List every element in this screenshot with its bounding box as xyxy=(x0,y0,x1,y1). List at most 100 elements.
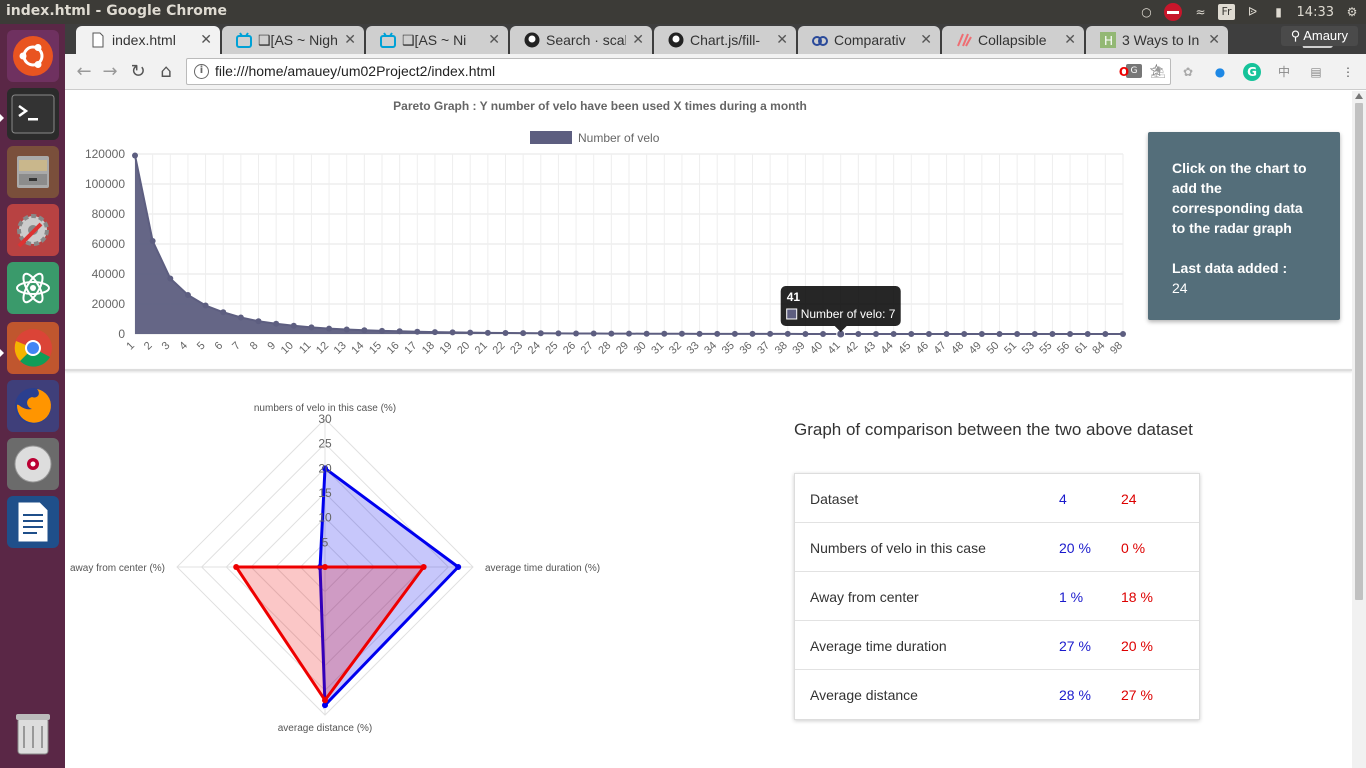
x-tick-label: 53 xyxy=(1020,340,1037,357)
close-icon[interactable]: ✕ xyxy=(488,31,500,48)
close-icon[interactable]: ✕ xyxy=(344,31,356,48)
comparison-title: Graph of comparison between the two abov… xyxy=(794,420,1193,439)
home-icon[interactable]: ⌂ xyxy=(155,61,177,83)
data-point xyxy=(1067,330,1074,337)
gear-icon[interactable]: ⚙ xyxy=(1344,4,1360,20)
scrollbar[interactable] xyxy=(1352,91,1366,768)
row-label: Numbers of velo in this case xyxy=(810,540,986,556)
atom-editor-icon[interactable] xyxy=(7,262,59,314)
extension-icon[interactable]: ▤ xyxy=(1307,63,1325,81)
x-tick-label: 21 xyxy=(473,340,490,357)
tooltip: 41Number of velo: 7 xyxy=(780,285,901,332)
data-point xyxy=(890,330,897,337)
system-settings-icon[interactable] xyxy=(7,204,59,256)
terminal-icon[interactable] xyxy=(7,88,59,140)
data-point xyxy=(908,330,915,337)
data-point xyxy=(1120,330,1126,337)
scroll-up-icon[interactable] xyxy=(1355,93,1363,99)
data-point xyxy=(449,329,456,336)
data-point xyxy=(308,324,315,331)
x-tick-label: 2 xyxy=(142,340,155,353)
beach-icon[interactable]: ⛱ xyxy=(1149,63,1167,81)
water-drop-icon[interactable]: ● xyxy=(1211,63,1229,81)
tab-wikihow[interactable]: H 3 Ways to In ✕ xyxy=(1086,26,1228,54)
keyboard-layout[interactable]: Fr xyxy=(1218,4,1235,20)
tab-collapsible[interactable]: Collapsible ✕ xyxy=(942,26,1084,54)
radar-point xyxy=(322,697,328,704)
x-tick-label: 15 xyxy=(367,340,384,357)
close-icon[interactable]: ✕ xyxy=(1208,31,1220,48)
tab-github-chartjs[interactable]: Chart.js/fill- ✕ xyxy=(654,26,796,54)
x-tick-label: 7 xyxy=(230,340,243,353)
firefox-icon[interactable] xyxy=(7,380,59,432)
x-tick-label: 30 xyxy=(632,340,649,357)
data-point xyxy=(343,326,350,333)
data-point xyxy=(1084,330,1091,337)
chinese-char-icon[interactable]: 中 xyxy=(1275,63,1293,81)
reload-icon[interactable]: ↻ xyxy=(127,61,149,83)
trash-icon[interactable] xyxy=(7,708,59,760)
tab-index[interactable]: index.html ✕ xyxy=(76,26,220,54)
x-tick-label: 56 xyxy=(1055,340,1072,357)
data-point xyxy=(1014,330,1021,337)
chrome-icon[interactable] xyxy=(7,322,59,374)
close-icon[interactable]: ✕ xyxy=(200,31,212,48)
tab-github-search[interactable]: Search · scal ✕ xyxy=(510,26,652,54)
close-icon[interactable]: ✕ xyxy=(1064,31,1076,48)
grammarly-icon[interactable]: G xyxy=(1243,63,1261,81)
data-point xyxy=(590,330,597,337)
forward-arrow-icon[interactable]: → xyxy=(99,61,121,83)
lightbulb-icon[interactable]: ○ xyxy=(1138,4,1154,20)
file-cabinet-icon[interactable] xyxy=(7,146,59,198)
no-entry-icon[interactable] xyxy=(1164,3,1183,21)
y-tick-label: 120000 xyxy=(85,147,125,161)
writer-document-icon[interactable] xyxy=(7,496,59,548)
data-point xyxy=(696,330,703,337)
tab-comparative[interactable]: Comparativ ✕ xyxy=(798,26,940,54)
x-tick-label: 48 xyxy=(949,340,966,357)
data-point xyxy=(1049,330,1056,337)
battery-icon[interactable]: ▮ xyxy=(1271,4,1287,20)
opera-icon[interactable]: O xyxy=(1115,63,1133,81)
wifi-icon[interactable]: ≈ xyxy=(1192,4,1208,20)
radar-point xyxy=(233,564,240,570)
x-tick-label: 9 xyxy=(265,340,278,353)
x-tick-label: 41 xyxy=(826,340,843,357)
address-bar[interactable]: i file:///home/amauey/um02Project2/index… xyxy=(186,58,1171,85)
x-tick-label: 47 xyxy=(932,340,949,357)
data-point xyxy=(608,330,615,337)
running-indicator xyxy=(0,114,4,122)
row-label: Away from center xyxy=(810,589,919,605)
value-b: 27 % xyxy=(1121,687,1153,703)
clock[interactable]: 14:33 xyxy=(1297,5,1334,20)
table-row: Away from center 1 % 18 % xyxy=(795,572,1199,621)
launcher xyxy=(0,24,65,768)
tab-bilibili-2[interactable]: ❑[AS ~ Ni ✕ xyxy=(366,26,508,54)
radar-chart[interactable]: 5 10 15 20 25 30numbers of velo in this case … xyxy=(65,381,705,741)
x-tick-label: 25 xyxy=(543,340,560,357)
scrollbar-thumb[interactable] xyxy=(1355,103,1363,600)
data-point xyxy=(149,238,156,244)
radar-point xyxy=(420,564,427,570)
x-tick-label: 27 xyxy=(579,340,596,357)
close-icon[interactable]: ✕ xyxy=(776,31,788,48)
close-icon[interactable]: ✕ xyxy=(920,31,932,48)
pareto-chart[interactable]: Pareto Graph : Y number of velo have bee… xyxy=(65,91,1145,369)
back-arrow-icon[interactable]: ← xyxy=(73,61,95,83)
bluetooth-icon[interactable]: ᐉ xyxy=(1245,4,1261,20)
ubuntu-logo-icon[interactable] xyxy=(7,30,59,82)
y-tick-label: 100000 xyxy=(85,177,125,191)
profile-button[interactable]: ⚲ Amaury xyxy=(1280,26,1358,46)
menu-icon[interactable]: ⋮ xyxy=(1339,63,1357,81)
feather-icon[interactable]: ✿ xyxy=(1179,63,1197,81)
x-tick-label: 26 xyxy=(561,340,578,357)
github-icon xyxy=(524,32,540,48)
tab-bilibili-1[interactable]: ❑[AS ~ Nigh ✕ xyxy=(222,26,364,54)
data-point xyxy=(502,330,509,337)
data-point xyxy=(731,330,738,337)
x-tick-label: 13 xyxy=(332,340,349,357)
close-icon[interactable]: ✕ xyxy=(632,31,644,48)
github-icon xyxy=(668,32,684,48)
info-icon[interactable]: i xyxy=(194,64,209,79)
disc-icon[interactable] xyxy=(7,438,59,490)
